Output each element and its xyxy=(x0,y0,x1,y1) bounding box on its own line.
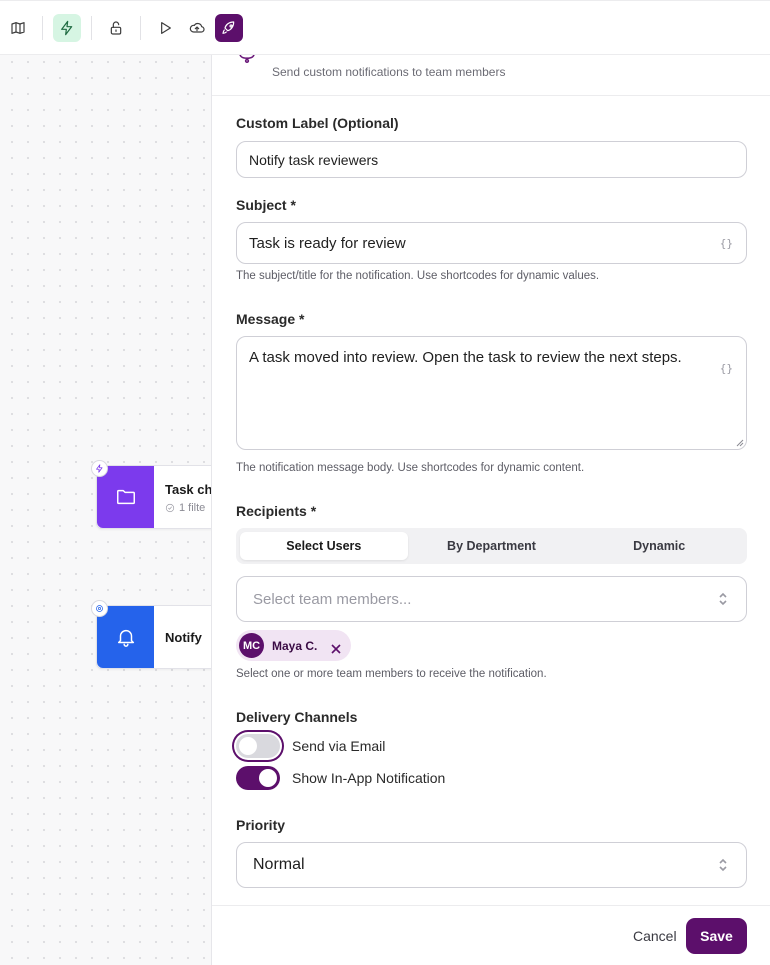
map-icon[interactable] xyxy=(4,14,32,42)
email-toggle-label: Send via Email xyxy=(292,738,386,754)
team-members-select[interactable]: Select team members... xyxy=(236,576,747,622)
subject-value: Task is ready for review xyxy=(249,234,406,252)
custom-label-value: Notify task reviewers xyxy=(249,151,379,168)
unlock-icon[interactable] xyxy=(102,14,130,42)
tab-select-users[interactable]: Select Users xyxy=(240,532,408,560)
check-circle-icon xyxy=(165,503,175,513)
panel-header: Send custom notifications to team member… xyxy=(212,52,770,96)
recipients-help: Select one or more team members to recei… xyxy=(236,668,547,680)
subject-help: The subject/title for the notification. … xyxy=(236,270,600,282)
email-toggle[interactable] xyxy=(236,734,280,758)
play-icon[interactable] xyxy=(151,14,179,42)
toolbar-divider xyxy=(42,15,43,40)
message-value: A task moved into review. Open the task … xyxy=(249,349,682,366)
panel-footer: Cancel Save xyxy=(212,905,770,965)
message-label: Message * xyxy=(236,311,305,327)
shortcode-icon[interactable]: {} xyxy=(720,357,733,381)
avatar: MC xyxy=(239,633,264,658)
node-subtitle: 1 filte xyxy=(165,502,211,514)
settings-panel: Send custom notifications to team member… xyxy=(211,0,770,965)
custom-label-label: Custom Label (Optional) xyxy=(236,115,399,131)
chevron-up-down-icon xyxy=(718,592,728,606)
lightning-icon[interactable] xyxy=(53,13,81,42)
email-toggle-row: Send via Email xyxy=(236,734,385,758)
toolbar-divider xyxy=(91,15,92,40)
rocket-icon[interactable] xyxy=(215,13,243,42)
cloud-upload-icon[interactable] xyxy=(183,14,211,42)
bell-icon xyxy=(97,606,154,668)
shortcode-icon[interactable]: {} xyxy=(720,237,733,250)
panel-description: Send custom notifications to team member… xyxy=(272,65,506,79)
gear-icon xyxy=(91,600,108,617)
lightning-icon xyxy=(91,460,108,477)
chevron-up-down-icon xyxy=(718,858,728,872)
message-textarea[interactable]: A task moved into review. Open the task … xyxy=(236,336,747,450)
node-notify[interactable]: Notify xyxy=(91,600,211,669)
tab-by-department[interactable]: By Department xyxy=(408,532,576,560)
recipient-chip: MC Maya C. xyxy=(236,630,352,661)
node-subtitle-text: 1 filte xyxy=(179,502,206,514)
inapp-toggle-row: Show In-App Notification xyxy=(236,766,445,790)
close-icon[interactable] xyxy=(331,641,341,654)
priority-value: Normal xyxy=(253,856,305,873)
subject-label: Subject * xyxy=(236,197,296,213)
priority-select[interactable]: Normal xyxy=(236,842,747,888)
toolbar-divider xyxy=(140,15,141,40)
subject-input[interactable]: Task is ready for review {} xyxy=(236,222,747,264)
tab-dynamic[interactable]: Dynamic xyxy=(575,532,743,560)
node-task-trigger[interactable]: Task ch 1 filte xyxy=(91,460,211,529)
custom-label-input[interactable]: Notify task reviewers xyxy=(236,141,747,178)
save-button[interactable]: Save xyxy=(686,918,747,954)
folder-icon xyxy=(97,466,154,528)
recipients-tabs: Select Users By Department Dynamic xyxy=(236,528,747,564)
inapp-toggle-label: Show In-App Notification xyxy=(292,770,446,786)
message-help: The notification message body. Use short… xyxy=(236,462,585,474)
recipients-label: Recipients * xyxy=(236,503,317,519)
priority-label: Priority xyxy=(236,817,286,833)
node-title: Task ch xyxy=(165,482,211,497)
recipient-name: Maya C. xyxy=(272,638,318,653)
node-title: Notify xyxy=(165,630,202,645)
resize-handle-icon[interactable] xyxy=(736,439,744,447)
team-members-placeholder: Select team members... xyxy=(253,590,412,608)
inapp-toggle[interactable] xyxy=(236,766,280,790)
workflow-canvas[interactable]: Task ch 1 filte Notify xyxy=(0,0,211,965)
cancel-button[interactable]: Cancel xyxy=(633,928,677,944)
toolbar xyxy=(0,0,770,55)
delivery-label: Delivery Channels xyxy=(236,709,358,725)
